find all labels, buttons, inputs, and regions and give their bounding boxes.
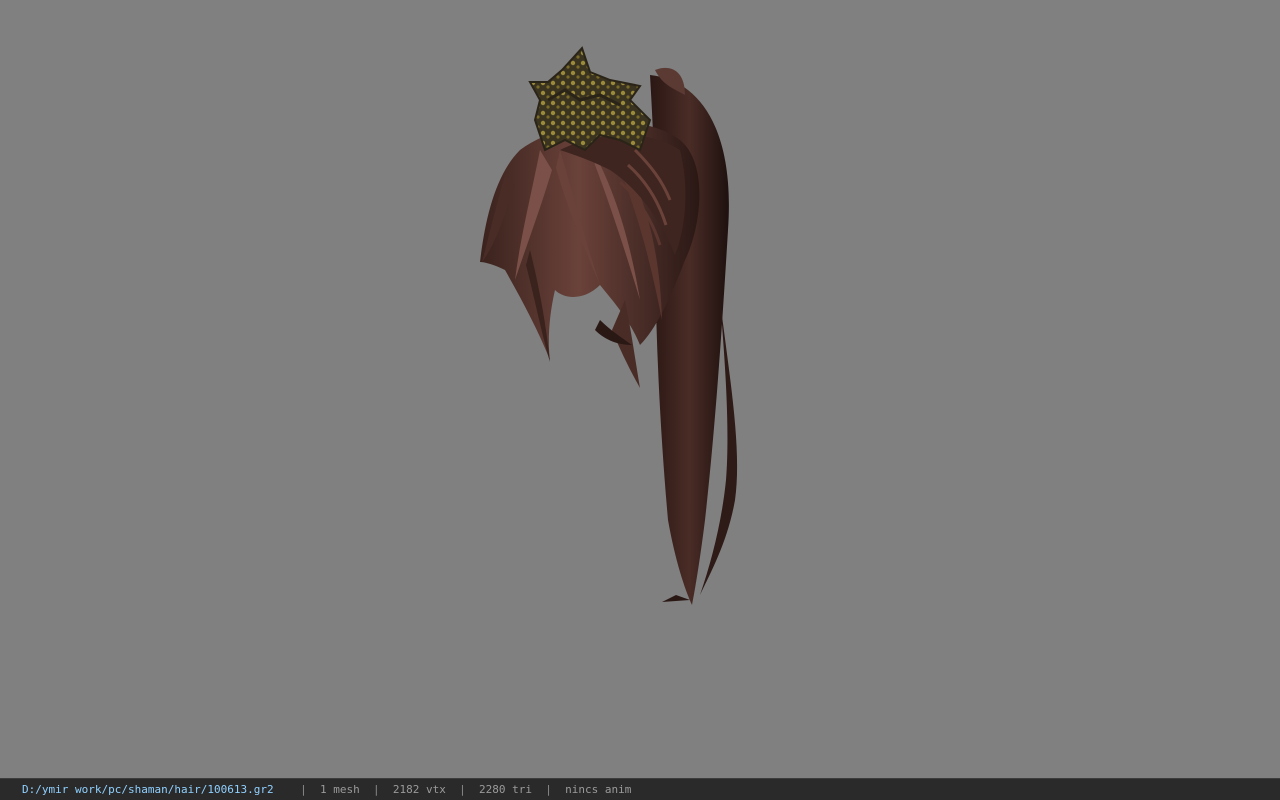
separator: | xyxy=(300,783,307,796)
hair-model xyxy=(480,46,738,605)
crown-ornament xyxy=(528,46,652,152)
separator: | xyxy=(373,783,380,796)
animation-status: nincs anim xyxy=(565,783,632,796)
separator: | xyxy=(545,783,552,796)
separator: | xyxy=(459,783,466,796)
file-path: D:/ymir work/pc/shaman/hair/100613.gr2 xyxy=(22,783,274,796)
mesh-count: 1 mesh xyxy=(320,783,360,796)
vertex-count: 2182 vtx xyxy=(392,783,446,796)
status-bar: D:/ymir work/pc/shaman/hair/100613.gr2 |… xyxy=(0,778,1280,800)
triangle-count: 2280 tri xyxy=(479,783,533,796)
3d-viewport[interactable] xyxy=(0,0,1280,778)
